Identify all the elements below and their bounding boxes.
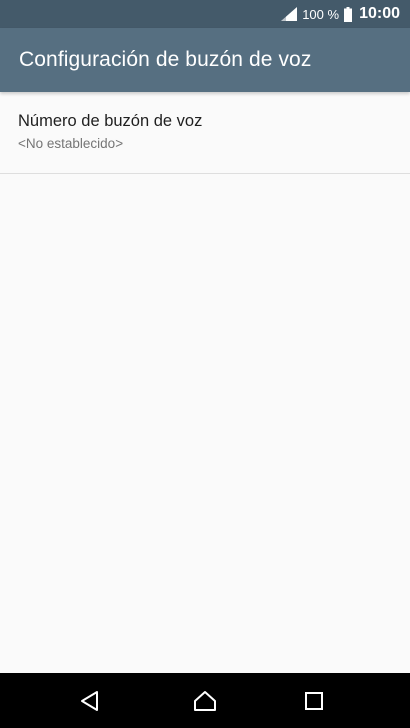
voicemail-number-preference[interactable]: Número de buzón de voz <No establecido>: [0, 92, 410, 174]
preference-title: Número de buzón de voz: [18, 112, 203, 130]
navigation-bar: [0, 673, 410, 728]
signal-icon: [281, 7, 298, 21]
recents-button[interactable]: [284, 673, 344, 728]
preference-summary: <No establecido>: [18, 136, 124, 151]
page-title: Configuración de buzón de voz: [19, 48, 312, 71]
battery-percent: 100 %: [302, 6, 340, 22]
back-icon: [81, 690, 98, 711]
status-bar: 100 % 10:00: [0, 0, 410, 28]
battery-icon: [344, 6, 353, 22]
app-bar: Configuración de buzón de voz: [0, 28, 410, 92]
home-icon: [194, 690, 216, 711]
home-button[interactable]: [175, 673, 235, 728]
clock: 10:00: [359, 5, 400, 22]
screen: 100 % 10:00 Configuración de buzón de vo…: [0, 0, 410, 728]
back-button[interactable]: [60, 673, 120, 728]
recents-icon: [305, 691, 323, 710]
